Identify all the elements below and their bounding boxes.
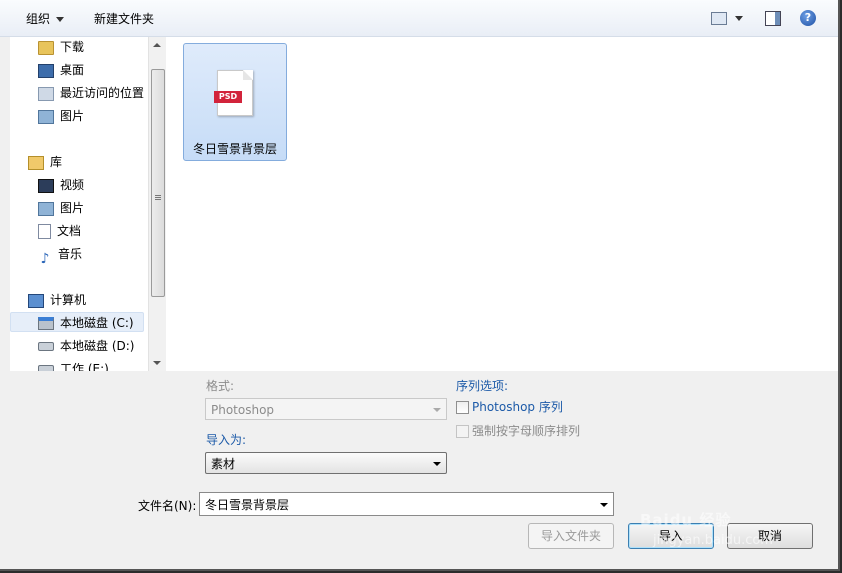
nav-item-label: 图片 <box>60 109 85 123</box>
navigation-pane: 下载 桌面 最近访问的位置 图片 库 视频 图片 文档 ♪ 音乐 计算机 本地磁… <box>10 37 148 371</box>
watermark-url: jingyan.baidu.com <box>653 533 773 548</box>
nav-item-pictures-favorite[interactable]: 图片 <box>38 106 84 126</box>
nav-item-label: 本地磁盘 (C:) <box>60 316 134 330</box>
scrollbar-grip-icon <box>155 195 161 196</box>
psd-badge: PSD <box>214 91 242 103</box>
nav-item-label: 计算机 <box>50 293 87 307</box>
document-icon <box>38 224 51 239</box>
nav-item-computer[interactable]: 计算机 <box>28 290 86 310</box>
nav-item-label: 工作 (E:) <box>60 362 109 371</box>
organize-button[interactable]: 组织 <box>26 10 65 28</box>
filename-label: 文件名(N): <box>138 499 197 513</box>
nav-item-label: 桌面 <box>60 63 85 77</box>
file-list: PSD 冬日雪景背景层 <box>166 37 838 371</box>
recent-places-icon <box>38 86 54 101</box>
toolbar: 组织 新建文件夹 ? <box>0 0 838 37</box>
photoshop-sequence-label[interactable]: Photoshop 序列 <box>472 398 563 415</box>
drive-c-icon <box>38 317 54 330</box>
import-as-select-value: 素材 <box>211 457 236 471</box>
format-label: 格式: <box>206 379 235 393</box>
nav-item-label: 最近访问的位置 <box>60 86 145 100</box>
view-options-chevron-icon[interactable] <box>735 16 743 21</box>
force-alphabetical-checkbox[interactable] <box>456 425 469 438</box>
desktop-icon <box>38 63 54 78</box>
nav-item-music[interactable]: ♪ 音乐 <box>38 244 83 267</box>
video-icon <box>38 178 54 193</box>
nav-item-label: 本地磁盘 (D:) <box>60 339 135 353</box>
nav-item-recent-places[interactable]: 最近访问的位置 <box>38 83 144 103</box>
nav-item-label: 视频 <box>60 178 85 192</box>
nav-item-drive-e[interactable]: 工作 (E:) <box>38 359 109 371</box>
nav-item-label: 音乐 <box>58 247 83 261</box>
watermark-brand: Baidu 经验 <box>640 511 732 529</box>
chevron-down-icon[interactable] <box>600 503 608 507</box>
nav-item-library[interactable]: 库 <box>28 152 62 172</box>
pictures-icon <box>38 109 54 124</box>
nav-item-label: 文档 <box>57 224 82 238</box>
new-folder-button[interactable]: 新建文件夹 <box>94 10 154 28</box>
nav-item-downloads[interactable]: 下载 <box>38 37 84 57</box>
nav-item-label: 下载 <box>60 40 85 54</box>
chevron-down-icon <box>433 462 441 466</box>
scroll-down-arrow-icon[interactable] <box>153 361 161 365</box>
psd-file-icon: PSD <box>214 70 253 116</box>
file-import-dialog: 组织 新建文件夹 ? 下载 桌面 最近访问的位置 图片 库 视频 图片 文档 ♪… <box>0 0 840 571</box>
format-select-value: Photoshop <box>211 403 275 417</box>
pictures-icon <box>38 201 54 216</box>
music-icon: ♪ <box>40 250 50 267</box>
library-icon <box>28 155 44 170</box>
scrollbar-thumb[interactable] <box>151 69 165 297</box>
import-as-label: 导入为: <box>206 433 247 447</box>
filename-input[interactable]: 冬日雪景背景层 <box>199 492 614 516</box>
import-as-select[interactable]: 素材 <box>205 452 447 474</box>
drive-icon <box>38 365 54 371</box>
file-item-selected[interactable]: PSD 冬日雪景背景层 <box>183 43 287 161</box>
force-alphabetical-label: 强制按字母顺序排列 <box>472 424 581 438</box>
change-view-icon[interactable] <box>711 12 727 25</box>
nav-item-drive-c[interactable]: 本地磁盘 (C:) <box>10 312 144 332</box>
nav-item-label: 库 <box>50 155 63 169</box>
nav-item-documents[interactable]: 文档 <box>38 221 81 241</box>
nav-item-drive-d[interactable]: 本地磁盘 (D:) <box>38 336 134 356</box>
downloads-folder-icon <box>38 40 54 55</box>
chevron-down-icon <box>56 17 65 22</box>
sequence-options-label: 序列选项: <box>456 379 509 393</box>
drive-icon <box>38 342 54 351</box>
nav-item-pictures-library[interactable]: 图片 <box>38 198 84 218</box>
file-name: 冬日雪景背景层 <box>192 142 277 156</box>
nav-item-label: 图片 <box>60 201 85 215</box>
nav-item-desktop[interactable]: 桌面 <box>38 60 84 80</box>
nav-item-videos[interactable]: 视频 <box>38 175 84 195</box>
computer-icon <box>28 293 44 308</box>
chevron-down-icon <box>433 408 441 412</box>
import-folder-button[interactable]: 导入文件夹 <box>528 523 614 549</box>
organize-label: 组织 <box>26 12 51 26</box>
navigation-scrollbar[interactable] <box>148 37 166 371</box>
filename-input-value: 冬日雪景背景层 <box>205 498 290 512</box>
help-icon[interactable]: ? <box>800 10 816 26</box>
scroll-up-arrow-icon[interactable] <box>153 43 161 47</box>
format-select[interactable]: Photoshop <box>205 398 447 420</box>
preview-pane-icon[interactable] <box>765 11 781 26</box>
photoshop-sequence-checkbox[interactable] <box>456 401 469 414</box>
